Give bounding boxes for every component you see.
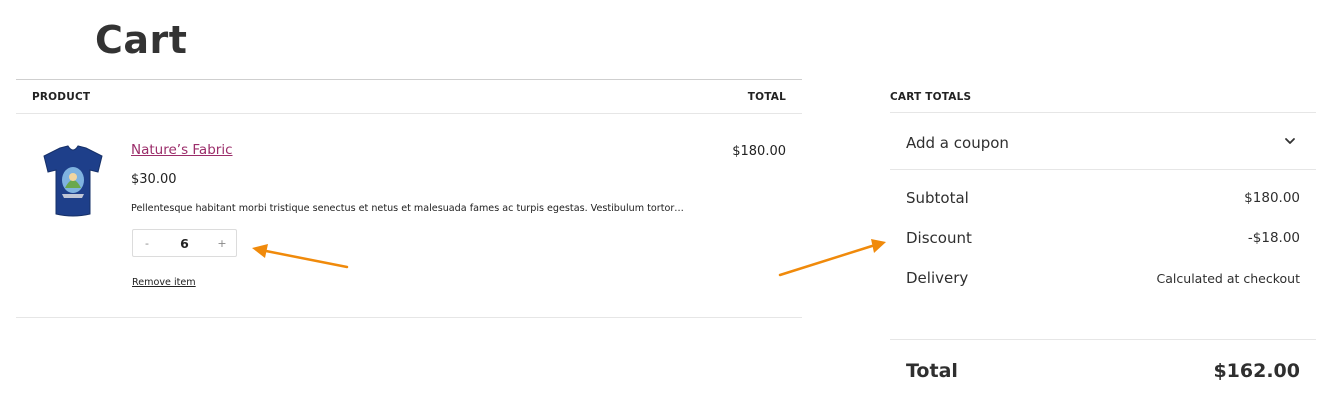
grand-total-value: $162.00 [1213,360,1300,382]
subtotal-row: Subtotal $180.00 [890,170,1316,210]
product-description: Pellentesque habitant morbi tristique se… [131,203,684,214]
cart-totals: CART TOTALS Add a coupon Subtotal $180.0… [890,79,1316,382]
discount-label: Discount [906,229,972,247]
page-title: Cart [95,18,188,62]
quantity-stepper: - 6 + [132,229,237,257]
discount-row: Discount -$18.00 [890,210,1316,250]
cart-totals-title: CART TOTALS [890,91,972,103]
coupon-label: Add a coupon [906,134,1009,152]
delivery-label: Delivery [906,269,969,287]
totals-divider [890,339,1316,340]
grand-total-label: Total [906,360,958,382]
chevron-down-icon[interactable] [1284,135,1296,147]
cart-item-row: Nature’s Fabric $30.00 Pellentesque habi… [16,114,802,318]
product-thumbnail[interactable] [38,142,108,220]
cart-table-header: PRODUCT TOTAL [16,79,802,114]
coupon-toggle[interactable]: Add a coupon [890,113,1316,170]
product-column-header: PRODUCT [32,91,91,103]
quantity-increment-button[interactable]: + [208,237,236,250]
delivery-row: Delivery Calculated at checkout [890,250,1316,290]
product-unit-price: $30.00 [131,172,177,187]
discount-value: -$18.00 [1247,230,1300,246]
quantity-decrement-button[interactable]: - [133,237,161,250]
product-name-link[interactable]: Nature’s Fabric [131,142,233,158]
delivery-value: Calculated at checkout [1156,271,1300,286]
subtotal-value: $180.00 [1244,190,1300,206]
total-column-header: TOTAL [747,91,786,103]
cart-totals-header: CART TOTALS [890,79,1316,113]
cart-table: PRODUCT TOTAL Nature’s Fabric $30.00 Pel… [16,79,802,318]
subtotal-label: Subtotal [906,189,969,207]
quantity-input[interactable]: 6 [161,236,208,251]
line-total: $180.00 [732,144,786,159]
remove-item-link[interactable]: Remove item [132,277,196,288]
